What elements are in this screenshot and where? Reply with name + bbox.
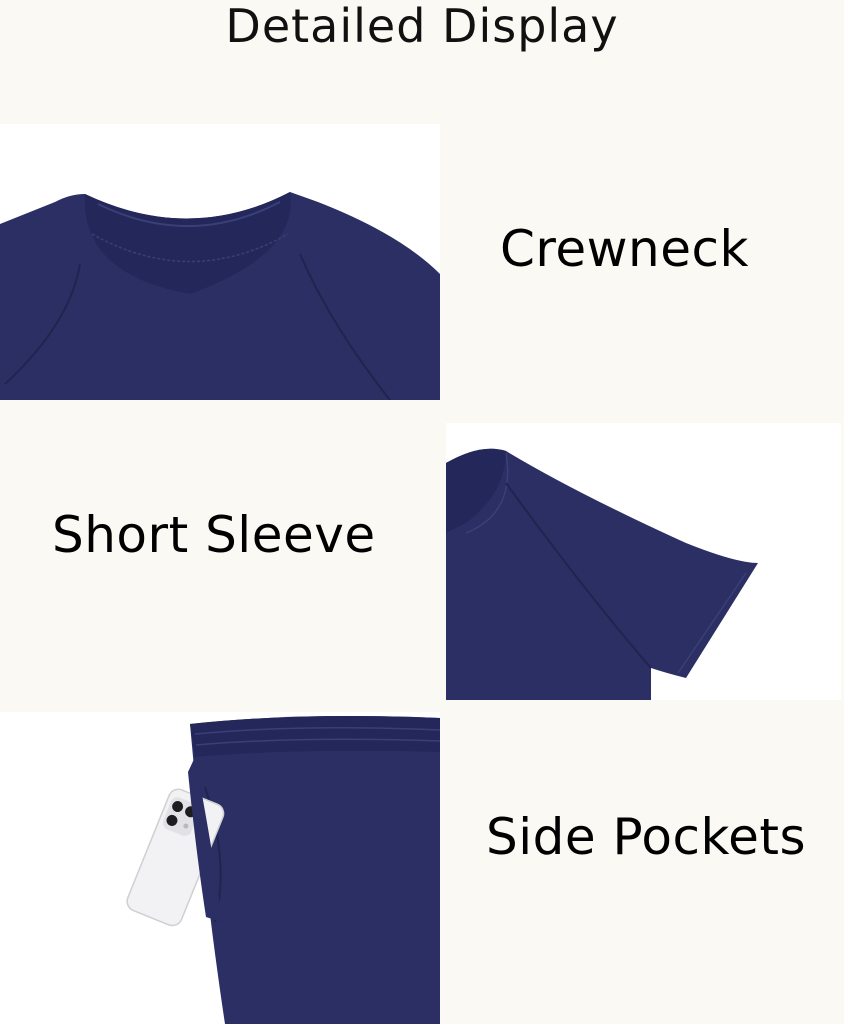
crewneck-image (0, 124, 440, 400)
feature-label-crewneck: Crewneck (500, 220, 749, 278)
side-pockets-image (0, 712, 440, 1024)
feature-label-short-sleeve: Short Sleeve (52, 506, 376, 564)
short-sleeve-image (446, 423, 841, 700)
feature-label-side-pockets: Side Pockets (486, 808, 807, 866)
page-title: Detailed Display (225, 0, 619, 53)
